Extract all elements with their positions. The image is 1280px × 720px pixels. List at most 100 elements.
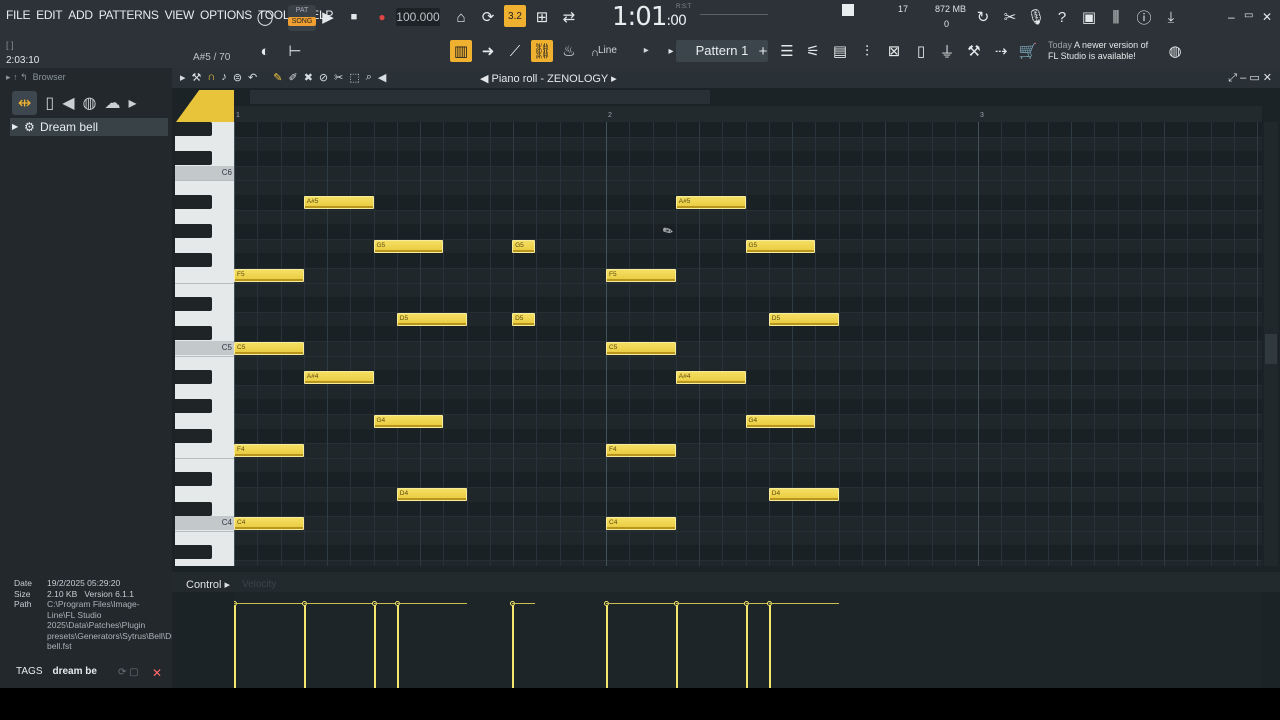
note[interactable]: D5 — [768, 312, 839, 326]
black-key[interactable] — [175, 297, 212, 312]
tags-input[interactable]: dream be — [52, 666, 96, 677]
update-notice[interactable]: Today A newer version of FL Studio is av… — [1048, 40, 1148, 62]
playlist-icon[interactable]: ☰ — [776, 40, 798, 62]
black-key[interactable] — [175, 501, 212, 516]
velocity-lane[interactable] — [234, 592, 1262, 688]
browser-files-icon[interactable]: ▯ — [45, 93, 54, 113]
microphone-icon[interactable]: 🎙 — [1025, 6, 1047, 28]
close-icon[interactable]: ✕ — [1262, 10, 1272, 24]
note[interactable]: G4 — [373, 414, 444, 428]
tags-clear-icon[interactable]: ✕ — [152, 666, 162, 680]
note[interactable]: A#5 — [675, 195, 746, 209]
black-key[interactable] — [175, 428, 212, 443]
play-note-icon[interactable]: ♪ — [221, 71, 227, 84]
pat-song-toggle[interactable]: PAT SONG — [288, 5, 316, 31]
pencil-icon[interactable]: ✎ — [273, 71, 282, 84]
cart-icon[interactable]: 🛒 — [1017, 40, 1039, 62]
piano-roll-window-controls[interactable]: ⤢ – ▭ ✕ — [1228, 71, 1272, 85]
master-volume-knob-icon[interactable]: ◯ — [254, 6, 276, 28]
rack-icon[interactable]: ▤ — [829, 40, 851, 62]
note[interactable]: C4 — [234, 517, 304, 530]
plugin-icon[interactable]: ⏚ — [936, 40, 958, 62]
restore-icon[interactable]: ▭ — [1244, 10, 1253, 21]
browser-globe-icon[interactable]: ◍ — [83, 93, 97, 113]
menu-patterns[interactable]: PATTERNS — [99, 8, 159, 22]
delete-icon[interactable]: ✖ — [304, 71, 313, 84]
black-key[interactable] — [175, 399, 212, 414]
ghost-channel-tab[interactable] — [176, 90, 234, 122]
velocity-bar[interactable] — [234, 604, 236, 688]
note[interactable]: D5 — [512, 312, 536, 326]
note[interactable]: A#4 — [303, 371, 374, 384]
menu-file[interactable]: FILE — [6, 8, 30, 22]
note-grid[interactable]: A#5 G5 G5 F5 D5 D5 C5 A#4 G4 F4 D4 C4 A#5 G5 F5 D5 C5 A#4… — [234, 122, 1262, 566]
pattern-overview[interactable] — [250, 90, 710, 104]
browser-all-icon[interactable]: ⇹ — [12, 91, 38, 115]
black-key[interactable] — [175, 151, 212, 166]
wrench-icon[interactable]: ⚒ — [192, 71, 202, 84]
velocity-bar[interactable] — [768, 604, 771, 688]
velocity-bar[interactable] — [303, 604, 306, 688]
mixer-faders-icon[interactable]: ⫶ — [856, 40, 878, 62]
menu-view[interactable]: VIEW — [165, 8, 195, 22]
black-key[interactable] — [175, 545, 212, 560]
play-icon[interactable]: ▶ — [317, 6, 339, 28]
note[interactable]: G5 — [512, 239, 536, 253]
preset-item[interactable]: ▶ ⚙ Dream bell — [10, 118, 168, 136]
record-icon[interactable]: ● — [371, 6, 393, 28]
menu-options[interactable]: OPTIONS — [200, 8, 252, 22]
velocity-bar[interactable] — [606, 604, 608, 688]
step-edit-icon[interactable]: ⊞ — [531, 6, 553, 28]
note[interactable]: F5 — [234, 268, 304, 282]
save-icon[interactable]: ▣ — [1078, 6, 1100, 28]
piano-keyboard[interactable]: C6 C5 C4 — [175, 122, 234, 566]
paint-icon[interactable]: ✐ — [288, 71, 297, 84]
menu-edit[interactable]: EDIT — [36, 8, 62, 22]
note[interactable]: D4 — [768, 487, 839, 501]
timeline-ruler[interactable] — [234, 106, 1262, 122]
loop-record-icon[interactable]: ⇄ — [558, 6, 580, 28]
black-key[interactable] — [175, 253, 212, 268]
download-icon[interactable]: ⤓ — [1160, 6, 1182, 28]
help-icon[interactable]: ? — [1051, 6, 1073, 28]
velocity-bar[interactable] — [396, 604, 399, 688]
mute-icon[interactable]: ⊘ — [319, 71, 328, 84]
zoom-icon[interactable]: ⌕ — [366, 71, 372, 84]
minimize-icon[interactable]: – — [1228, 10, 1235, 24]
wait-input-icon[interactable]: ⟳ — [477, 6, 499, 28]
black-key[interactable] — [175, 326, 212, 341]
note[interactable]: G5 — [745, 239, 816, 253]
file-icon[interactable]: ▯ — [910, 40, 932, 62]
note[interactable]: F4 — [606, 444, 676, 457]
menu-add[interactable]: ADD — [68, 8, 93, 22]
channel-rack-icon[interactable]: ♨ — [558, 40, 580, 62]
stop-icon[interactable]: ■ — [343, 6, 365, 28]
step-icon[interactable]: ⊜ — [233, 71, 242, 84]
slice-icon[interactable]: ✂ — [334, 71, 343, 84]
piano-roll-icon[interactable]: ▥ — [450, 40, 472, 62]
note[interactable]: F4 — [234, 444, 304, 457]
arrow-icon[interactable]: ➜ — [477, 40, 499, 62]
black-key[interactable] — [175, 122, 212, 136]
menu-arrow-icon[interactable]: ▸ — [180, 71, 186, 84]
browser-cloud-icon[interactable]: ☁ — [105, 93, 121, 113]
browser-speaker-icon[interactable]: ◀ — [62, 93, 74, 113]
undo-history-icon[interactable]: ↻ — [972, 6, 994, 28]
main-pitch-knob-icon[interactable]: ◐ — [254, 40, 276, 62]
mixer-icon[interactable]: ⫼ — [1105, 6, 1127, 28]
tool-icon[interactable]: ⚒ — [963, 40, 985, 62]
velocity-bar[interactable] — [745, 604, 748, 688]
note[interactable]: D5 — [396, 312, 467, 326]
playback-icon[interactable]: ◀ — [378, 71, 386, 84]
note[interactable]: C5 — [606, 341, 676, 355]
magnet-icon[interactable]: ∩ — [207, 71, 215, 84]
globe-icon[interactable]: ◍ — [1164, 40, 1186, 62]
select-icon[interactable]: ⬚ — [349, 71, 359, 84]
scrollbar-thumb[interactable] — [1265, 334, 1277, 364]
control-target[interactable]: Velocity — [242, 579, 276, 590]
velocity-bar[interactable] — [512, 604, 515, 688]
note[interactable]: F5 — [606, 268, 676, 282]
black-key[interactable] — [175, 224, 212, 239]
export-icon[interactable]: ⇢ — [990, 40, 1012, 62]
pitch-slider-icon[interactable]: ⊢ — [284, 40, 306, 62]
